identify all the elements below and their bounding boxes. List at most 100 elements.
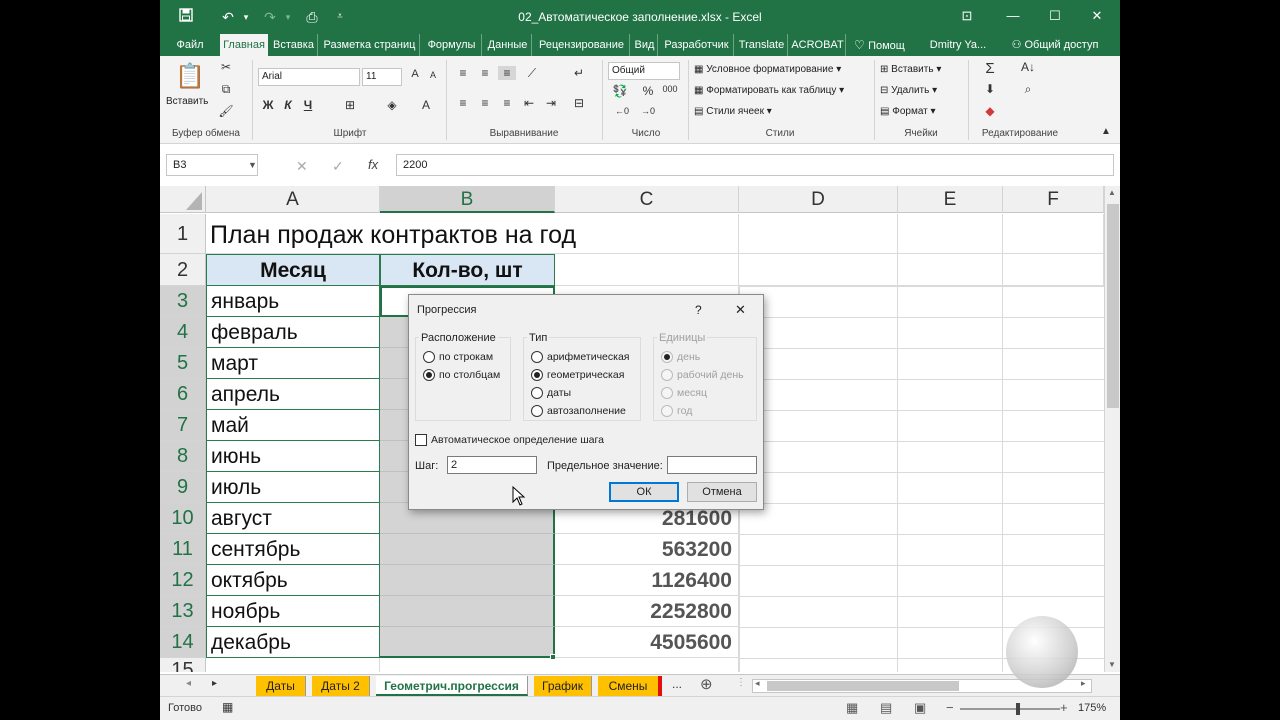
decrease-indent-icon[interactable]: ⇤ bbox=[520, 96, 538, 110]
splitter-icon[interactable]: ⋮ bbox=[736, 677, 746, 688]
row-header[interactable]: 6 bbox=[160, 379, 206, 410]
paste-icon[interactable]: 📋 bbox=[174, 62, 206, 90]
autofill-label[interactable]: автозаполнение bbox=[547, 405, 626, 417]
cell[interactable] bbox=[555, 254, 739, 286]
tab-data[interactable]: Данные bbox=[484, 34, 532, 56]
ribbon-display-icon[interactable]: ⊡ bbox=[952, 6, 982, 26]
insert-function-icon[interactable]: fx bbox=[368, 157, 378, 172]
find-select-icon[interactable]: ⌕ bbox=[1016, 82, 1040, 97]
clear-icon[interactable]: ◆ bbox=[980, 104, 1000, 118]
merge-center-icon[interactable]: ⊟ bbox=[570, 96, 588, 110]
tab-insert[interactable]: Вставка bbox=[270, 34, 318, 56]
currency-icon[interactable]: 💱 bbox=[610, 84, 630, 98]
enter-entry-icon[interactable]: ✓ bbox=[332, 158, 344, 175]
format-cells-button[interactable]: ▤ Формат ▾ bbox=[880, 106, 936, 117]
user-account[interactable]: Dmitry Ya... bbox=[926, 34, 990, 56]
insert-cells-button[interactable]: ⊞ Вставить ▾ bbox=[880, 64, 941, 75]
selected-cell[interactable] bbox=[380, 534, 555, 565]
macro-record-icon[interactable]: ▦ bbox=[222, 700, 233, 714]
dialog-close-button[interactable]: ✕ bbox=[735, 302, 746, 318]
column-header-d[interactable]: D bbox=[739, 186, 898, 213]
print-preview-icon[interactable]: ⎙ bbox=[300, 6, 324, 28]
cell[interactable] bbox=[1003, 214, 1104, 254]
tab-translate[interactable]: Translate bbox=[736, 34, 788, 56]
month-cell[interactable]: январь bbox=[206, 286, 380, 317]
undo-dropdown-icon[interactable]: ▾ bbox=[234, 6, 258, 28]
underline-button[interactable]: Ч bbox=[300, 98, 316, 112]
vertical-scrollbar[interactable]: ▲ ▼ bbox=[1104, 186, 1120, 672]
column-header-f[interactable]: F bbox=[1003, 186, 1104, 213]
minimize-button[interactable]: — bbox=[998, 6, 1028, 26]
by-rows-label[interactable]: по строкам bbox=[439, 351, 493, 363]
row-header[interactable]: 1 bbox=[160, 214, 206, 254]
row-header[interactable]: 2 bbox=[160, 254, 206, 286]
value-cell[interactable]: 1126400 bbox=[555, 565, 739, 596]
format-painter-icon[interactable]: 🖌 bbox=[218, 104, 234, 118]
month-cell[interactable]: июнь bbox=[206, 441, 380, 472]
more-sheets-button[interactable]: ... bbox=[672, 677, 682, 691]
scroll-tabs-right-icon[interactable]: ▸ bbox=[212, 678, 217, 689]
column-header-c[interactable]: C bbox=[555, 186, 739, 213]
page-break-view-icon[interactable]: ▣ bbox=[914, 700, 926, 716]
month-cell[interactable]: ноябрь bbox=[206, 596, 380, 627]
by-rows-radio[interactable] bbox=[423, 351, 435, 363]
month-cell[interactable]: февраль bbox=[206, 317, 380, 348]
row-header[interactable]: 14 bbox=[160, 627, 206, 658]
arithmetic-radio[interactable] bbox=[531, 351, 543, 363]
row-header[interactable]: 10 bbox=[160, 503, 206, 534]
decrease-decimal-icon[interactable]: →0 bbox=[638, 106, 658, 116]
delete-cells-button[interactable]: ⊟ Удалить ▾ bbox=[880, 85, 937, 96]
row-header[interactable]: 3 bbox=[160, 286, 206, 317]
font-size-combo[interactable]: 11 bbox=[362, 68, 402, 86]
row-header[interactable]: 12 bbox=[160, 565, 206, 596]
selected-cell[interactable] bbox=[380, 627, 555, 658]
sheet-tab-chart[interactable]: График bbox=[534, 676, 592, 696]
step-input[interactable]: 2 bbox=[447, 456, 537, 474]
number-format-combo[interactable]: Общий bbox=[608, 62, 680, 80]
scroll-up-icon[interactable]: ▲ bbox=[1108, 188, 1116, 197]
increase-decimal-icon[interactable]: ←0 bbox=[612, 106, 632, 116]
wrap-text-icon[interactable]: ↵ bbox=[570, 66, 588, 80]
row-header[interactable]: 11 bbox=[160, 534, 206, 565]
by-columns-radio[interactable] bbox=[423, 369, 435, 381]
font-color-icon[interactable]: A bbox=[416, 98, 436, 112]
dates-radio[interactable] bbox=[531, 387, 543, 399]
cell[interactable] bbox=[898, 214, 1003, 254]
borders-icon[interactable]: ⊞ bbox=[340, 98, 360, 112]
sheet-tab-shifts[interactable]: Смены bbox=[598, 676, 662, 696]
autosum-icon[interactable]: Σ bbox=[980, 60, 1000, 77]
increase-indent-icon[interactable]: ⇥ bbox=[542, 96, 560, 110]
align-right-icon[interactable]: ≡ bbox=[498, 96, 516, 110]
autofill-radio[interactable] bbox=[531, 405, 543, 417]
tab-home[interactable]: Главная bbox=[220, 34, 268, 56]
value-cell[interactable]: 563200 bbox=[555, 534, 739, 565]
align-middle-icon[interactable]: ≡ bbox=[476, 66, 494, 80]
tab-acrobat[interactable]: ACROBAT bbox=[790, 34, 846, 56]
cell[interactable] bbox=[898, 254, 1003, 286]
month-cell[interactable]: декабрь bbox=[206, 627, 380, 658]
cut-icon[interactable]: ✂ bbox=[218, 60, 234, 74]
by-columns-label[interactable]: по столбцам bbox=[439, 369, 500, 381]
month-cell[interactable]: июль bbox=[206, 472, 380, 503]
month-cell[interactable]: октябрь bbox=[206, 565, 380, 596]
select-all-corner[interactable] bbox=[160, 186, 206, 213]
cancel-entry-icon[interactable]: ✕ bbox=[296, 158, 308, 175]
cancel-button[interactable]: Отмена bbox=[687, 482, 757, 502]
align-left-icon[interactable]: ≡ bbox=[454, 96, 472, 110]
column-header-e[interactable]: E bbox=[898, 186, 1003, 213]
empty-cells-area[interactable] bbox=[739, 286, 1104, 672]
header-qty-cell[interactable]: Кол-во, шт bbox=[380, 254, 555, 286]
italic-button[interactable]: К bbox=[280, 98, 296, 112]
zoom-slider-thumb[interactable] bbox=[1016, 703, 1020, 715]
zoom-level[interactable]: 175% bbox=[1078, 702, 1106, 714]
row-header[interactable]: 8 bbox=[160, 441, 206, 472]
value-cell[interactable]: 2252800 bbox=[555, 596, 739, 627]
ok-button[interactable]: ОК bbox=[609, 482, 679, 502]
cell-styles-button[interactable]: ▤ Стили ячеек ▾ bbox=[694, 106, 772, 117]
row-header[interactable]: 9 bbox=[160, 472, 206, 503]
align-center-icon[interactable]: ≡ bbox=[476, 96, 494, 110]
cell[interactable] bbox=[206, 658, 380, 672]
help-button[interactable]: ? bbox=[695, 303, 702, 317]
formula-input[interactable]: 2200 bbox=[396, 154, 1114, 176]
zoom-in-icon[interactable]: + bbox=[1060, 700, 1068, 715]
